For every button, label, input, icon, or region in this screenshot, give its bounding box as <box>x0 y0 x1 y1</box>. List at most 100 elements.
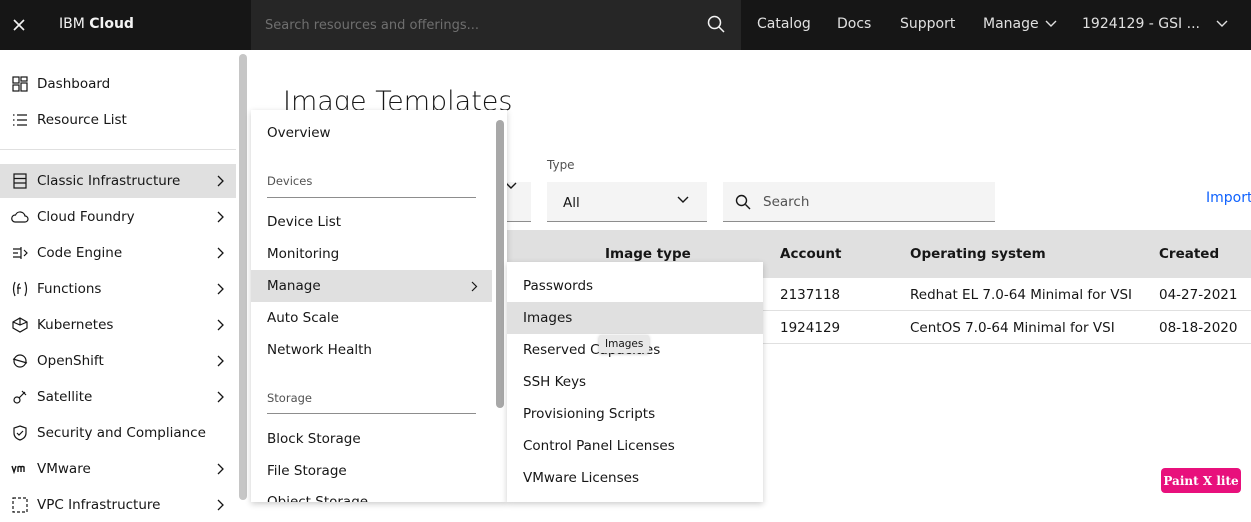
sidebar-item-code-engine[interactable]: Code Engine <box>0 236 236 270</box>
sidebar-item-security-and-compliance[interactable]: Security and Compliance <box>0 416 236 450</box>
row-created: 04-27-2021 <box>1159 287 1238 303</box>
import-link[interactable]: Import <box>1206 190 1251 206</box>
openshift-icon <box>0 353 37 369</box>
sidebar-item-functions[interactable]: Functions <box>0 272 236 306</box>
docs-link[interactable]: Docs <box>837 16 871 32</box>
menu-item-label: Device List <box>267 214 342 230</box>
menu-item-manage[interactable]: Manage <box>251 270 492 302</box>
cloud-icon <box>0 210 37 224</box>
sidebar-divider <box>0 149 236 150</box>
column-header-operating-system[interactable]: Operating system <box>910 246 1046 262</box>
chevron-right-icon <box>206 355 236 367</box>
sidebar-item-vmware[interactable]: VMware <box>0 452 236 486</box>
sidebar-item-label: VPC Infrastructure <box>37 497 161 513</box>
search-icon[interactable] <box>707 15 725 37</box>
chevron-right-icon <box>206 283 236 295</box>
sidebar-item-satellite[interactable]: Satellite <box>0 380 236 414</box>
support-link[interactable]: Support <box>900 16 955 32</box>
menu-item-label: SSH Keys <box>523 374 587 390</box>
column-header-image-type[interactable]: Image type <box>605 246 691 262</box>
global-search-input[interactable] <box>265 13 685 37</box>
type-filter-value: All <box>563 195 580 211</box>
sidebar-scrollbar[interactable] <box>239 54 247 500</box>
menu-item-device-list[interactable]: Device List <box>251 206 492 238</box>
row-account: 2137118 <box>780 287 841 303</box>
type-filter-label: Type <box>547 158 575 172</box>
dashboard-icon <box>0 76 37 92</box>
row-operating-system: Redhat EL 7.0-64 Minimal for VSI <box>910 287 1133 303</box>
submenu-item-control-panel-licenses[interactable]: Control Panel Licenses <box>507 430 763 462</box>
submenu-item-provisioning-scripts[interactable]: Provisioning Scripts <box>507 398 763 430</box>
close-icon[interactable] <box>0 0 38 50</box>
menu-item-overview[interactable]: Overview <box>251 117 492 149</box>
menu-item-label: Network Health <box>267 342 372 358</box>
chevron-right-icon <box>206 391 236 403</box>
sidebar-item-label: Resource List <box>37 112 127 128</box>
table-search <box>723 182 995 222</box>
chevron-right-icon <box>206 319 236 331</box>
sidebar-item-label: OpenShift <box>37 353 104 369</box>
left-navigation: Dashboard Resource List Classic Infrastr… <box>0 50 251 513</box>
sidebar-item-label: Classic Infrastructure <box>37 173 181 189</box>
kubernetes-icon <box>0 317 37 333</box>
sidebar-item-vpc-infrastructure[interactable]: VPC Infrastructure <box>0 488 236 522</box>
menu-item-network-health[interactable]: Network Health <box>251 334 492 366</box>
filter-dropdown[interactable] <box>505 182 531 222</box>
sidebar-item-resource-list[interactable]: Resource List <box>0 103 236 137</box>
sidebar-item-label: Functions <box>37 281 102 297</box>
account-switcher[interactable]: 1924129 - GSI ... <box>1082 16 1228 32</box>
sidebar-item-label: Satellite <box>37 389 93 405</box>
menu-item-block-storage[interactable]: Block Storage <box>251 423 492 455</box>
chevron-right-icon <box>206 463 236 475</box>
global-search <box>251 0 741 50</box>
images-tooltip: Images <box>599 335 650 353</box>
type-filter-dropdown[interactable]: All <box>547 182 707 222</box>
sidebar-item-cloud-foundry[interactable]: Cloud Foundry <box>0 200 236 234</box>
menu-item-label: Auto Scale <box>267 310 339 326</box>
manage-menu[interactable]: Manage <box>983 16 1057 32</box>
menu-item-auto-scale[interactable]: Auto Scale <box>251 302 492 334</box>
top-bar: IBM Cloud Catalog Docs Support Manage 19… <box>0 0 1251 50</box>
sidebar-item-dashboard[interactable]: Dashboard <box>0 67 236 101</box>
menu-item-label: File Storage <box>267 463 347 479</box>
ibm-cloud-logo[interactable]: IBM Cloud <box>59 16 134 32</box>
list-icon <box>0 112 37 128</box>
menu-divider <box>267 413 476 414</box>
menu-item-label: Monitoring <box>267 246 340 262</box>
catalog-link[interactable]: Catalog <box>757 16 811 32</box>
vmware-icon <box>0 464 37 474</box>
paint-x-lite-badge[interactable]: Paint X lite <box>1161 468 1241 493</box>
column-header-account[interactable]: Account <box>780 246 841 262</box>
sidebar-item-classic-infrastructure[interactable]: Classic Infrastructure <box>0 164 236 198</box>
table-search-input[interactable] <box>763 192 983 212</box>
menu-item-label: Manage <box>267 278 321 294</box>
menu-section-devices: Devices <box>267 174 313 188</box>
chevron-down-icon <box>1216 16 1228 32</box>
menu-item-label: Images <box>523 310 573 326</box>
row-operating-system: CentOS 7.0-64 Minimal for VSI <box>910 320 1115 336</box>
submenu-item-ssh-keys[interactable]: SSH Keys <box>507 366 763 398</box>
vpc-icon <box>0 497 37 513</box>
submenu-item-passwords[interactable]: Passwords <box>507 270 763 302</box>
menu-item-file-storage[interactable]: File Storage <box>251 455 492 487</box>
menu-item-label: Object Storage <box>267 494 369 502</box>
menu-scrollbar[interactable] <box>496 120 504 408</box>
submenu-item-images[interactable]: Images <box>507 302 763 334</box>
chevron-down-icon <box>677 196 689 203</box>
menu-item-label: Block Storage <box>267 431 361 447</box>
account-label: 1924129 - GSI ... <box>1082 16 1200 32</box>
sidebar-item-kubernetes[interactable]: Kubernetes <box>0 308 236 342</box>
menu-item-object-storage[interactable]: Object Storage <box>251 487 492 502</box>
sidebar-item-label: VMware <box>37 461 91 477</box>
menu-item-label: Passwords <box>523 278 594 294</box>
sidebar-item-openshift[interactable]: OpenShift <box>0 344 236 378</box>
menu-item-label: Provisioning Scripts <box>523 406 656 422</box>
menu-item-monitoring[interactable]: Monitoring <box>251 238 492 270</box>
submenu-item-vmware-licenses[interactable]: VMware Licenses <box>507 462 763 494</box>
sidebar-item-label: Security and Compliance <box>37 425 206 441</box>
menu-item-label: Control Panel Licenses <box>523 438 675 454</box>
column-header-created[interactable]: Created <box>1159 246 1219 262</box>
satellite-icon <box>0 389 37 405</box>
menu-divider <box>267 197 476 198</box>
row-created: 08-18-2020 <box>1159 320 1238 336</box>
